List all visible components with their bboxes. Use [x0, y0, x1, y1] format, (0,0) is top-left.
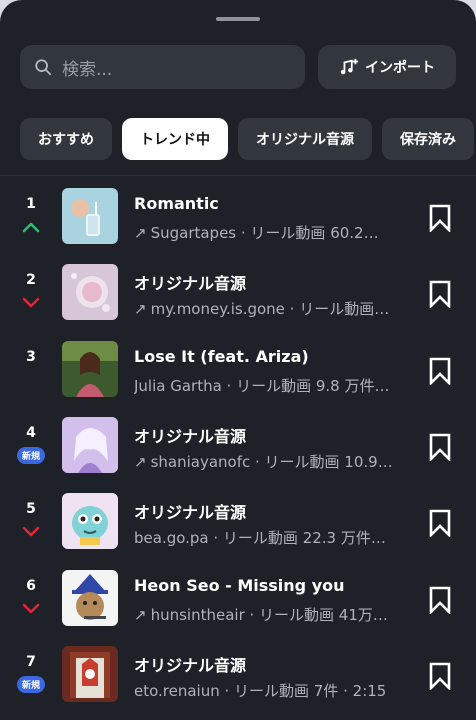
arrow-up-right-icon: ↗ [134, 452, 147, 471]
track-title: オリジナル音源 [134, 274, 247, 294]
rank-number: 4 [26, 424, 36, 441]
track-meta: Julia Gartha · リール動画 9.8 万件… [134, 376, 390, 395]
drag-handle[interactable] [216, 17, 260, 21]
album-art [62, 264, 118, 321]
album-art [62, 569, 118, 626]
track-subtitle: ↗ my.money.is.gone · リール動画… [134, 298, 408, 319]
tab-3[interactable]: 保存済み [382, 118, 474, 160]
track-title: オリジナル音源 [134, 503, 247, 523]
arrow-up-right-icon: ↗ [134, 224, 147, 242]
arrow-up-right-icon: ↗ [134, 300, 147, 319]
track-row[interactable]: 2 オリジナル音源 ↗ my.money.is.gone · リール動画… [0, 264, 476, 340]
trend-down-icon [22, 298, 40, 308]
new-badge: 新規 [17, 675, 45, 693]
track-row[interactable]: 6 Heon Seo - Missing you ↗ hunsintheair · リ… [0, 569, 476, 646]
bookmark-icon[interactable] [428, 280, 452, 309]
track-subtitle: ↗ Sugartapes · リール動画 60.2… [134, 222, 408, 243]
bookmark-icon[interactable] [428, 586, 452, 614]
import-label: インポート [365, 60, 435, 76]
rank-number: 6 [26, 577, 36, 594]
bookmark-icon[interactable] [428, 204, 452, 232]
tab-0[interactable]: おすすめ [20, 118, 112, 160]
track-meta: bea.go.pa · リール動画 22.3 万件… [134, 529, 386, 548]
bookmark-icon[interactable] [428, 357, 452, 385]
track-subtitle: ↗ shaniayanofc · リール動画 10.9… [134, 451, 408, 472]
track-title: Romantic [134, 194, 219, 213]
track-subtitle: eto.renaiun · リール動画 7件 · 2:15 [134, 680, 408, 701]
new-badge: 新規 [17, 446, 45, 464]
divider [0, 175, 476, 176]
track-row[interactable]: 1 Romantic ↗ Sugartapes · リール動画 60.2… [0, 188, 476, 264]
track-meta: eto.renaiun · リール動画 7件 · 2:15 [134, 681, 387, 700]
track-subtitle: bea.go.pa · リール動画 22.3 万件… [134, 527, 408, 548]
tab-2[interactable]: オリジナル音源 [238, 118, 372, 160]
rank-number: 5 [26, 501, 36, 518]
rank-number: 7 [26, 653, 36, 670]
album-art [62, 340, 118, 397]
tab-1[interactable]: トレンド中 [122, 118, 228, 160]
trend-up-icon [22, 222, 40, 233]
track-meta: Sugartapes · リール動画 60.2… [150, 224, 379, 242]
track-title: Lose It (feat. Ariza) [134, 346, 309, 366]
track-meta: my.money.is.gone · リール動画… [150, 300, 390, 319]
album-art [62, 188, 118, 244]
search-placeholder: 検索... [62, 59, 113, 80]
track-title: Heon Seo - Missing you [134, 575, 345, 595]
track-row[interactable]: 5 オリジナル音源 bea.go.pa · リール動画 22.3 万件… [0, 493, 476, 569]
rank-number: 3 [26, 348, 36, 365]
track-meta: shaniayanofc · リール動画 10.9… [150, 452, 393, 471]
bookmark-icon[interactable] [428, 662, 452, 690]
search-input[interactable]: 検索... [20, 45, 305, 89]
bookmark-icon[interactable] [428, 509, 452, 538]
rank-number: 1 [26, 196, 36, 212]
track-title: オリジナル音源 [134, 655, 247, 675]
album-art [62, 645, 118, 702]
track-subtitle: Julia Gartha · リール動画 9.8 万件… [134, 375, 408, 396]
rank-number: 2 [26, 272, 36, 289]
arrow-up-right-icon: ↗ [134, 605, 147, 624]
category-tabs: おすすめ トレンド中 オリジナル音源 保存済み [20, 118, 476, 160]
track-row[interactable]: 4 新規 オリジナル音源 ↗ shaniayanofc · リール動画 10.9… [0, 416, 476, 493]
bookmark-icon[interactable] [428, 433, 452, 461]
import-button[interactable]: インポート [318, 45, 456, 89]
track-subtitle: ↗ hunsintheair · リール動画 41万… [134, 604, 408, 625]
audio-picker-sheet: 検索... インポート おすすめ トレンド中 オリジナル音源 保存済み 1 Romant… [0, 0, 476, 720]
album-art [62, 493, 118, 550]
track-row[interactable]: 3 Lose It (feat. Ariza) Julia Gartha · リール… [0, 340, 476, 417]
music-add-icon [340, 58, 359, 75]
trend-down-icon [22, 603, 40, 613]
track-title: オリジナル音源 [134, 426, 247, 446]
search-icon [35, 59, 52, 76]
trend-down-icon [22, 526, 40, 537]
album-art [62, 416, 118, 473]
track-meta: hunsintheair · リール動画 41万… [150, 605, 388, 624]
track-row[interactable]: 7 新規 オリジナル音源 eto.renaiun · リール動画 7件 · 2:15 [0, 645, 476, 720]
